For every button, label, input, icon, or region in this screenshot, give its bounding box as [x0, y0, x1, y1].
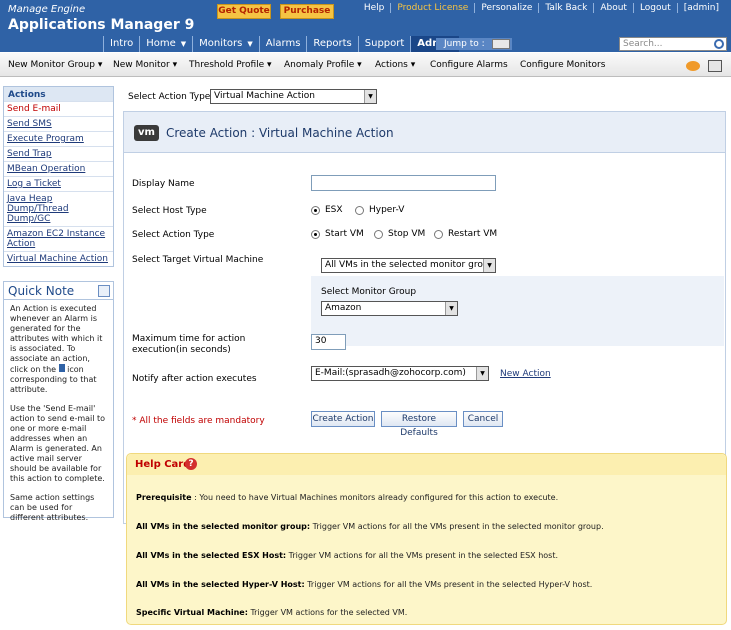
chevron-down-icon[interactable]: ▼	[181, 40, 186, 48]
radio-stop-vm[interactable]: Stop VM	[374, 229, 425, 239]
help-item: All VMs in the selected monitor group: T…	[136, 522, 604, 531]
brand-top: Manage Engine	[8, 4, 86, 15]
sidebar-item-java-heap-dump[interactable]: Java Heap Dump/Thread Dump/GC	[4, 191, 113, 226]
menu-configure-monitors[interactable]: Configure Monitors	[520, 60, 605, 70]
menu-threshold-profile[interactable]: Threshold Profile ▾	[189, 60, 272, 70]
quick-note-text: Use the 'Send E-mail' action to send e-m…	[10, 404, 106, 483]
target-vm-select[interactable]: All VMs in the selected monitor group ▼	[321, 258, 496, 273]
logout-link[interactable]: Logout	[632, 3, 677, 13]
header-bar: Manage Engine Applications Manager 9 Get…	[0, 0, 731, 36]
chevron-down-icon[interactable]: ▼	[483, 259, 495, 272]
display-name-label: Display Name	[132, 179, 195, 189]
print-icon[interactable]	[708, 60, 722, 72]
menu-anomaly-profile[interactable]: Anomaly Profile ▾	[284, 60, 362, 70]
sidebar-item-send-trap[interactable]: Send Trap	[4, 146, 113, 161]
menu-configure-alarms[interactable]: Configure Alarms	[430, 60, 508, 70]
chevron-down-icon[interactable]: ▼	[247, 40, 252, 48]
menu-new-monitor[interactable]: New Monitor ▾	[113, 60, 177, 70]
menu-actions[interactable]: Actions ▾	[375, 60, 415, 70]
host-type-label: Select Host Type	[132, 206, 207, 216]
about-link[interactable]: About	[593, 3, 633, 13]
max-time-input[interactable]: 30	[311, 334, 346, 350]
help-item: Prerequisite : You need to have Virtual …	[136, 493, 559, 502]
quick-note-text: An Action is executed whenever an Alarm …	[10, 304, 103, 394]
user-label: [admin]	[676, 3, 725, 13]
restore-defaults-button[interactable]: Restore Defaults	[381, 411, 457, 438]
chevron-down-icon[interactable]: ▼	[364, 90, 376, 103]
help-icon: ?	[185, 458, 197, 470]
radio-hyper-v[interactable]: Hyper-V	[355, 205, 404, 215]
sidebar-item-mbean-operation[interactable]: MBean Operation	[4, 161, 113, 176]
sidebar-item-vm-action[interactable]: Virtual Machine Action	[4, 251, 113, 266]
tab-support[interactable]: Support	[357, 36, 411, 52]
talk-back-link[interactable]: Talk Back	[538, 3, 593, 13]
search-input[interactable]: Search...	[619, 37, 727, 51]
sidebar-item-send-email[interactable]: Send E-mail	[4, 101, 113, 116]
menu-bar: New Monitor Group ▾ New Monitor ▾ Thresh…	[0, 53, 731, 77]
menu-new-monitor-group[interactable]: New Monitor Group ▾	[8, 60, 102, 70]
sidebar-item-send-sms[interactable]: Send SMS	[4, 116, 113, 131]
jump-to-menu[interactable]: Jump to :	[436, 38, 512, 50]
chevron-down-icon[interactable]: ▼	[445, 302, 457, 315]
jump-to-icon[interactable]	[492, 39, 510, 49]
radio-esx[interactable]: ESX	[311, 205, 343, 215]
target-vm-label: Select Target Virtual Machine	[132, 255, 264, 265]
radio-restart-vm[interactable]: Restart VM	[434, 229, 497, 239]
quick-note-panel: Quick Note An Action is executed wheneve…	[3, 281, 114, 522]
notify-select[interactable]: E-Mail:(sprasadh@zohocorp.com) ▼	[311, 366, 489, 381]
top-links: Help Product License Personalize Talk Ba…	[358, 3, 725, 13]
action-type-label: Select Action Type	[132, 230, 215, 240]
tab-home[interactable]: Home ▼	[139, 36, 192, 52]
theme-icon[interactable]	[686, 61, 700, 71]
help-item: All VMs in the selected ESX Host: Trigge…	[136, 551, 559, 560]
mandatory-note: * All the fields are mandatory	[132, 416, 265, 426]
sidebar-item-execute-program[interactable]: Execute Program	[4, 131, 113, 146]
new-action-link[interactable]: New Action	[500, 369, 551, 379]
note-icon	[98, 285, 110, 297]
brand-app: Applications Manager 9	[8, 17, 195, 33]
chevron-down-icon[interactable]: ▼	[476, 367, 488, 380]
sidebar-title: Actions	[4, 87, 113, 101]
sidebar-item-log-ticket[interactable]: Log a Ticket	[4, 176, 113, 191]
cancel-button[interactable]: Cancel	[463, 411, 503, 427]
tab-monitors[interactable]: Monitors ▼	[192, 36, 259, 52]
tab-alarms[interactable]: Alarms	[258, 36, 307, 52]
radio-start-vm[interactable]: Start VM	[311, 229, 364, 239]
tab-intro[interactable]: Intro	[103, 36, 139, 52]
create-action-button[interactable]: Create Action	[311, 411, 375, 427]
notify-label: Notify after action executes	[132, 374, 257, 384]
help-card-title: Help Card	[135, 459, 191, 470]
help-item: Specific Virtual Machine: Trigger VM act…	[136, 608, 408, 617]
purchase-button[interactable]: Purchase	[280, 4, 334, 19]
sidebar-item-amazon-ec2[interactable]: Amazon EC2 Instance Action	[4, 226, 113, 251]
actions-sidebar: Actions Send E-mail Send SMS Execute Pro…	[3, 86, 114, 267]
action-type-select[interactable]: Virtual Machine Action ▼	[210, 89, 377, 104]
display-name-input[interactable]	[311, 175, 496, 191]
personalize-link[interactable]: Personalize	[474, 3, 538, 13]
vm-icon: vm	[134, 125, 159, 141]
product-license-link[interactable]: Product License	[390, 3, 474, 13]
tab-reports[interactable]: Reports	[306, 36, 357, 52]
help-card: Help Card ? Prerequisite : You need to h…	[126, 453, 727, 625]
monitor-group-select[interactable]: Amazon ▼	[321, 301, 458, 316]
help-link[interactable]: Help	[358, 3, 391, 13]
search-icon[interactable]	[714, 39, 724, 49]
associate-icon	[58, 364, 65, 372]
quick-note-title: Quick Note	[8, 284, 75, 298]
get-quote-button[interactable]: Get Quote	[217, 4, 271, 19]
help-item: All VMs in the selected Hyper-V Host: Tr…	[136, 580, 593, 589]
form-title: Create Action : Virtual Machine Action	[166, 126, 394, 140]
max-time-label: Maximum time for action execution(in sec…	[132, 334, 246, 355]
quick-note-text: Same action settings can be used for dif…	[10, 493, 95, 522]
monitor-group-label: Select Monitor Group	[321, 287, 417, 297]
select-action-type-label: Select Action Type	[128, 92, 211, 102]
